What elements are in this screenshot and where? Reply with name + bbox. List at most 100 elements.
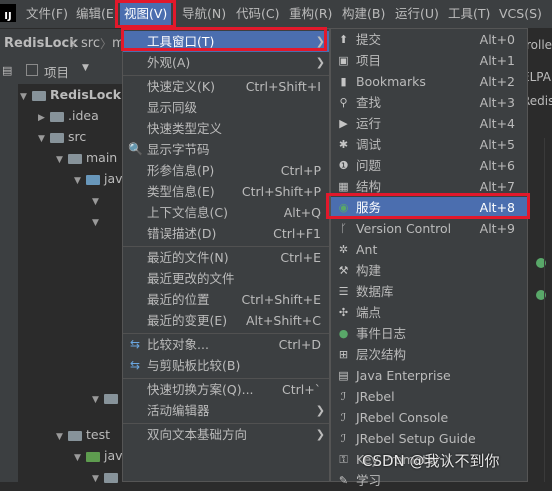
breadcrumb-src[interactable]: src: [81, 29, 100, 59]
menu-item-label: 最近的变更(E): [147, 313, 228, 328]
tree-item-root[interactable]: ▼ RedisLock: [20, 84, 121, 105]
build-icon: ⚒: [338, 264, 349, 277]
tool-window-endpoints[interactable]: ✣ 端点: [331, 302, 527, 323]
menu-item-type-info[interactable]: 类型信息(E) Ctrl+Shift+P: [123, 181, 329, 202]
menu-item-parameter-info[interactable]: 形参信息(P) Ctrl+P: [123, 160, 329, 181]
menu-item-shortcut: Alt+7: [479, 179, 515, 194]
menu-item-label: 学习: [356, 473, 382, 488]
menu-item-label: 结构: [356, 179, 382, 194]
tool-window-database[interactable]: ☰ 数据库: [331, 281, 527, 302]
chevron-down-icon[interactable]: ▼: [56, 427, 68, 448]
tree-item-package[interactable]: ▼: [92, 210, 104, 231]
menu-vcs[interactable]: VCS(S): [499, 0, 542, 28]
chevron-down-icon[interactable]: ▼: [20, 87, 32, 108]
menu-item-label: 外观(A): [147, 55, 191, 70]
menu-item-active-editor[interactable]: 活动编辑器 ❯: [123, 400, 329, 421]
event-log-icon: ●: [338, 327, 349, 340]
menu-item-label: 工具窗口(T): [147, 34, 215, 49]
menu-item-error-description[interactable]: 错误描述(D) Ctrl+F1: [123, 223, 329, 244]
tool-window-commit[interactable]: ⬆ 提交 Alt+0: [331, 29, 527, 50]
tool-window-jrebel-console[interactable]: ℐ JRebel Console: [331, 407, 527, 428]
menu-item-label: 显示同级: [147, 100, 198, 115]
breadcrumb-project[interactable]: RedisLock: [4, 29, 78, 59]
chevron-down-icon[interactable]: ▼: [38, 129, 50, 150]
tool-window-run[interactable]: ▶ 运行 Alt+4: [331, 113, 527, 134]
tree-item-src[interactable]: ▼ src: [38, 126, 86, 147]
chevron-down-icon[interactable]: ▼: [82, 63, 89, 73]
menu-view[interactable]: 视图(V): [120, 0, 172, 28]
project-panel-title[interactable]: 项目: [44, 62, 69, 81]
menu-item-label: 类型信息(E): [147, 184, 215, 199]
tool-window-debug[interactable]: ✱ 调试 Alt+5: [331, 134, 527, 155]
tool-window-structure[interactable]: ▦ 结构 Alt+7: [331, 176, 527, 197]
chevron-down-icon[interactable]: ▼: [92, 469, 104, 490]
tool-window-java-enterprise[interactable]: ▤ Java Enterprise: [331, 365, 527, 386]
tool-window-bookmarks[interactable]: ▮ Bookmarks Alt+2: [331, 71, 527, 92]
tool-window-version-control[interactable]: ᚴ Version Control Alt+9: [331, 218, 527, 239]
tree-item-test[interactable]: ▼ test: [56, 424, 110, 445]
key-promoter-icon: ⚿: [339, 453, 348, 466]
menu-build[interactable]: 构建(B): [342, 0, 385, 28]
menu-item-recent-files[interactable]: 最近的文件(N) Ctrl+E: [123, 247, 329, 268]
menu-item-shortcut: Alt+0: [479, 32, 515, 47]
menu-item-label: 运行: [356, 116, 382, 131]
menu-item-label: 与剪贴板比较(B): [147, 358, 241, 373]
menu-run[interactable]: 运行(U): [395, 0, 439, 28]
menu-tools[interactable]: 工具(T): [448, 0, 490, 28]
menu-item-label: 构建: [356, 263, 382, 278]
menu-item-recent-locations[interactable]: 最近的位置 Ctrl+Shift+E: [123, 289, 329, 310]
menu-item-shortcut: Alt+Q: [283, 205, 321, 220]
tool-window-services[interactable]: ◉ 服务 Alt+8: [331, 197, 527, 218]
chevron-down-icon[interactable]: ▼: [56, 150, 68, 171]
menu-item-quick-switch-scheme[interactable]: 快速切换方案(Q)... Ctrl+`: [123, 379, 329, 400]
editor-tab[interactable]: roller: [526, 34, 552, 56]
test-folder-icon: [86, 451, 100, 462]
menu-item-recent-changes[interactable]: 最近的变更(E) Alt+Shift+C: [123, 310, 329, 331]
menu-item-context-info[interactable]: 上下文信息(C) Alt+Q: [123, 202, 329, 223]
tool-window-project[interactable]: ▣ 项目 Alt+1: [331, 50, 527, 71]
learn-icon: ✎: [338, 474, 349, 487]
menu-item-show-bytecode[interactable]: 🔍 显示字节码: [123, 139, 329, 160]
menu-item-shortcut: Ctrl+`: [282, 382, 321, 397]
tree-item-main[interactable]: ▼ main: [56, 147, 117, 168]
menu-item-label: 端点: [356, 305, 382, 320]
menu-navigate[interactable]: 导航(N): [182, 0, 226, 28]
menu-item-bidi-direction[interactable]: 双向文本基础方向 ❯: [123, 424, 329, 445]
tool-window-find[interactable]: ⚲ 查找 Alt+3: [331, 92, 527, 113]
tree-item-idea[interactable]: ▶ .idea: [38, 105, 99, 126]
project-toolwindow-icon[interactable]: ▤: [2, 64, 14, 80]
tool-window-jrebel[interactable]: ℐ JRebel: [331, 386, 527, 407]
tool-window-jrebel-setup-guide[interactable]: ℐ JRebel Setup Guide: [331, 428, 527, 449]
chevron-down-icon[interactable]: ▼: [92, 390, 104, 411]
tool-window-problems[interactable]: ❶ 问题 Alt+6: [331, 155, 527, 176]
menu-refactor[interactable]: 重构(R): [289, 0, 332, 28]
tool-window-build[interactable]: ⚒ 构建: [331, 260, 527, 281]
tool-windows-submenu: ⬆ 提交 Alt+0 ▣ 项目 Alt+1 ▮ Bookmarks Alt+2 …: [330, 28, 528, 488]
tool-window-hierarchy[interactable]: ⊞ 层次结构: [331, 344, 527, 365]
menu-code[interactable]: 代码(C): [236, 0, 279, 28]
menu-item-show-siblings[interactable]: 显示同级: [123, 97, 329, 118]
menu-item-label: Java Enterprise: [356, 368, 451, 383]
bookmark-icon: ▮: [340, 75, 347, 88]
menu-file[interactable]: 文件(F): [26, 0, 68, 28]
tool-window-event-log[interactable]: ● 事件日志: [331, 323, 527, 344]
tool-window-ant[interactable]: ✲ Ant: [331, 239, 527, 260]
folder-icon: [50, 111, 64, 122]
tool-window-learn[interactable]: ✎ 学习: [331, 470, 527, 491]
menu-item-compare-clipboard[interactable]: ⇆ 与剪贴板比较(B): [123, 355, 329, 376]
menu-edit[interactable]: 编辑(E): [76, 0, 119, 28]
chevron-down-icon[interactable]: ▼: [74, 171, 86, 192]
chevron-down-icon[interactable]: ▼: [74, 448, 86, 469]
tree-item-package[interactable]: ▼: [92, 189, 104, 210]
menu-item-quick-definition[interactable]: 快速定义(K) Ctrl+Shift+I: [123, 76, 329, 97]
chevron-down-icon[interactable]: ▼: [92, 213, 104, 234]
menu-item-label: 层次结构: [356, 347, 407, 362]
menu-item-recently-changed-files[interactable]: 最近更改的文件: [123, 268, 329, 289]
menu-item-appearance[interactable]: 外观(A) ❯: [123, 52, 329, 73]
menu-item-tool-windows[interactable]: 工具窗口(T) ❯: [123, 31, 329, 52]
compare-clipboard-icon: ⇆: [129, 358, 141, 372]
menu-item-quick-type-definition[interactable]: 快速类型定义: [123, 118, 329, 139]
gutter-line: [544, 138, 545, 482]
menu-item-label: 最近的位置: [147, 292, 210, 307]
menu-item-compare-with[interactable]: ⇆ 比较对象... Ctrl+D: [123, 334, 329, 355]
